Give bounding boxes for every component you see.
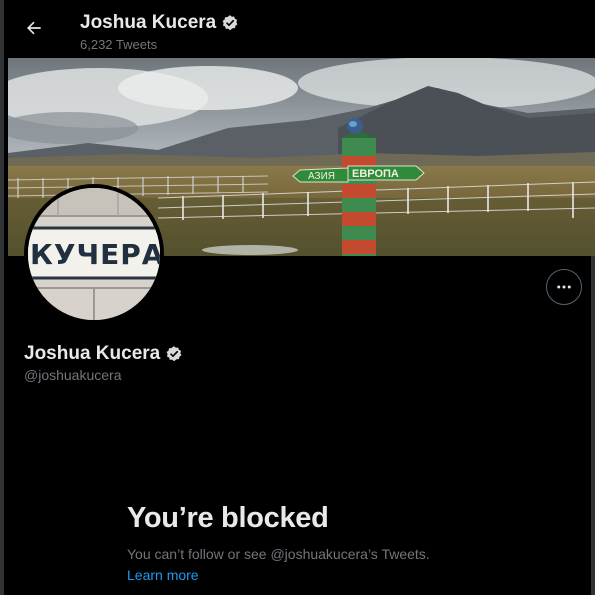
profile-page: Joshua Kucera 6,232 Tweets АЗИЯ ЕВРОПА К… bbox=[0, 0, 595, 595]
arrow-left-icon bbox=[27, 21, 41, 35]
header-name: Joshua Kucera bbox=[80, 12, 217, 33]
sign-europe-text: ЕВРОПА bbox=[352, 168, 399, 180]
profile-display-name: Joshua Kucera bbox=[24, 343, 161, 364]
avatar[interactable]: КУЧЕРА bbox=[24, 184, 164, 324]
verified-badge-icon bbox=[222, 15, 238, 31]
profile-handle: @joshuakucera bbox=[24, 367, 122, 383]
learn-more-link[interactable]: Learn more bbox=[127, 567, 199, 583]
verified-badge-icon bbox=[166, 346, 182, 362]
top-bar: Joshua Kucera 6,232 Tweets bbox=[4, 0, 595, 58]
blocked-title: You’re blocked bbox=[127, 502, 329, 534]
sign-asia-text: АЗИЯ bbox=[308, 171, 335, 182]
back-button[interactable] bbox=[18, 12, 50, 44]
more-options-button[interactable] bbox=[546, 269, 582, 305]
avatar-sign-text: КУЧЕРА bbox=[30, 238, 160, 271]
profile-name: Joshua Kucera bbox=[24, 343, 183, 365]
more-horizontal-icon bbox=[557, 285, 571, 289]
blocked-message: You can’t follow or see @joshuakucera’s … bbox=[127, 546, 430, 562]
header-title: Joshua Kucera bbox=[80, 12, 239, 34]
tweet-count: 6,232 Tweets bbox=[80, 37, 158, 52]
